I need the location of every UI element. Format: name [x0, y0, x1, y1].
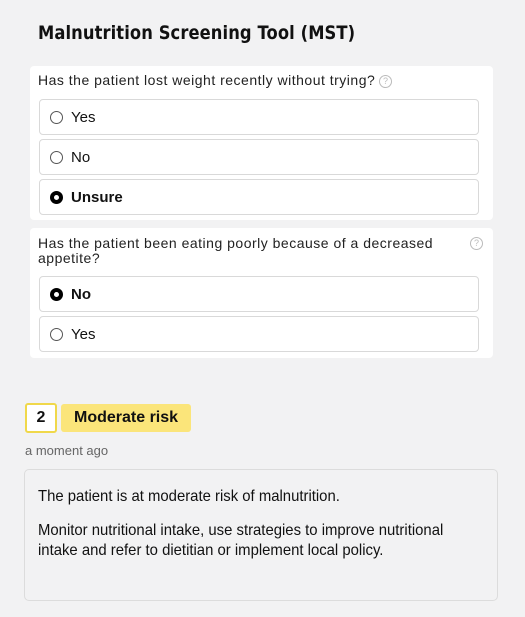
radio-unchecked-icon [50, 110, 63, 124]
timestamp: a moment ago [25, 443, 109, 458]
radio-unchecked-icon [50, 327, 63, 341]
option-yes[interactable]: Yes [39, 99, 479, 135]
option-label: Yes [71, 108, 96, 126]
question-text: Has the patient lost weight recently wit… [38, 72, 376, 88]
score-badge: 2 [25, 403, 57, 433]
result-panel: The patient is at moderate risk of malnu… [24, 469, 498, 601]
question-card-appetite: Has the patient been eating poorly becau… [30, 228, 493, 358]
question-card-weight-loss: Has the patient lost weight recently wit… [30, 66, 493, 220]
result-recommendation: Monitor nutritional intake, use strategi… [38, 522, 444, 559]
option-no[interactable]: No [39, 276, 479, 312]
option-label: No [71, 285, 91, 303]
page-title: Malnutrition Screening Tool (MST) [38, 22, 356, 44]
radio-checked-icon [50, 287, 63, 301]
help-icon[interactable]: ? [470, 237, 483, 250]
option-unsure[interactable]: Unsure [39, 179, 479, 215]
risk-badge: Moderate risk [61, 404, 192, 432]
question-text: Has the patient been eating poorly becau… [38, 235, 434, 266]
option-yes[interactable]: Yes [39, 316, 479, 352]
option-no[interactable]: No [39, 139, 479, 175]
option-label: Yes [71, 325, 96, 343]
option-label: Unsure [71, 188, 123, 206]
option-label: No [71, 148, 91, 166]
result-summary: The patient is at moderate risk of malnu… [38, 488, 340, 505]
radio-unchecked-icon [50, 150, 63, 164]
radio-checked-icon [50, 190, 63, 204]
help-icon[interactable]: ? [379, 75, 393, 88]
